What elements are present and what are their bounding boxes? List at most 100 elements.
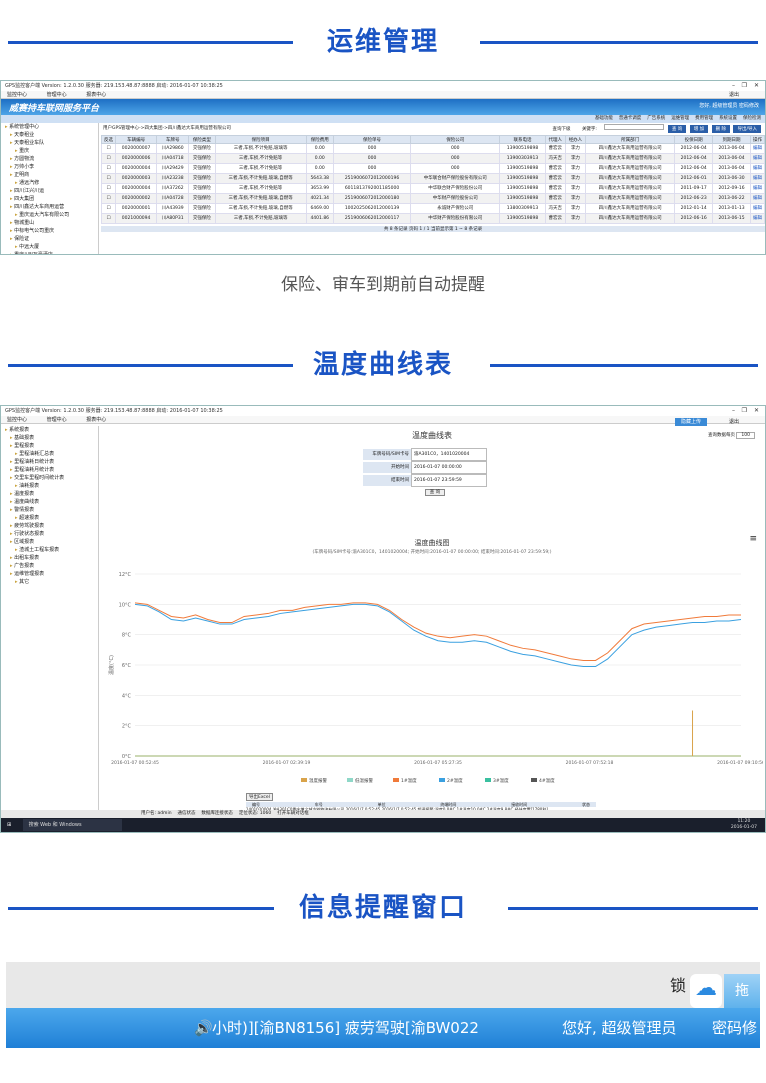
tree-item[interactable]: ▸ 中远大厦 <box>5 243 98 251</box>
tree-item[interactable]: ▸ 通远汽修 <box>5 179 98 187</box>
row-checkbox[interactable]: ☐ <box>101 183 116 194</box>
taskbar-search[interactable]: 搜索 Web 和 Windows <box>22 819 122 831</box>
tree-item[interactable]: ▸ 中标电气公司重庆 <box>5 227 98 235</box>
column-header[interactable]: 保险项目 <box>214 135 307 144</box>
tree-item[interactable]: ▸ 万帅小李 <box>5 163 98 171</box>
column-header[interactable]: 保险公司 <box>410 135 501 144</box>
table-row[interactable]: ☐ 0021000094 川A80P31 交强保险 三者,车损,不计免赔,玻璃等 4401… <box>101 213 765 224</box>
tree-item[interactable]: ▸ 基础报表 <box>5 434 98 442</box>
tab-settings[interactable]: 系统设置 <box>719 116 737 121</box>
table-row[interactable]: ☐ 0020000004 川A37262 交强保险 三者,车损,不计免赔等 3653.99… <box>101 183 765 194</box>
tree-item[interactable]: ▸ 四大集团 <box>5 195 98 203</box>
tab-fee[interactable]: 费用管理 <box>695 116 713 121</box>
tree-item[interactable]: ▸ 四川鑫达大车商用运营 <box>5 203 98 211</box>
tree-item[interactable]: ▸ 正明商 <box>5 171 98 179</box>
tree-item[interactable]: ▸ 重庆 <box>5 147 98 155</box>
hide-upload-button[interactable]: 隐藏上传 <box>674 418 707 426</box>
tree-item[interactable]: ▸ 疲劳驾驶报表 <box>5 522 98 530</box>
tab-dispatch[interactable]: 普通卡调度 <box>619 116 642 121</box>
tree-item[interactable]: ▸ 保险证 <box>5 235 98 243</box>
export-excel-button[interactable]: 导出Excel <box>246 793 273 801</box>
table-row[interactable]: ☐ 0020000004 川A29429 交强保险 三者,车损,不计免赔等 0.00 000… <box>101 163 765 174</box>
tab-insurance[interactable]: 保险检测 <box>743 116 761 121</box>
tree-item[interactable]: ▸ 重庆川N万豪酒店 <box>5 251 98 254</box>
tree-item[interactable]: ▸ 油耗报表 <box>5 482 98 490</box>
menu-manage[interactable]: 管理中心 <box>47 92 67 98</box>
column-header[interactable]: 经办人 <box>564 135 587 144</box>
tree-item[interactable]: ▸ 天泰租业车队 <box>5 139 98 147</box>
edit-link[interactable]: 编辑 <box>749 173 765 184</box>
column-header[interactable]: 反选 <box>101 135 116 144</box>
column-header[interactable]: 操作 <box>749 135 765 144</box>
export-button[interactable]: 导出/导入 <box>733 125 761 133</box>
column-header[interactable]: 代理人 <box>544 135 566 144</box>
column-header[interactable]: 保险单号 <box>332 135 412 144</box>
table-row[interactable]: ☐ 0020000006 川A04718 交强保险 三者,车损,不计免赔等 0.00 000… <box>101 153 765 164</box>
status-dialog[interactable]: 打开车辆对话框 <box>277 811 309 816</box>
close-button[interactable]: ✕ <box>754 406 759 416</box>
table-row[interactable]: ☐ 0020000001 川A43939 交强保险 三者,车损,不计免赔,玻璃,自燃等 6… <box>101 203 765 214</box>
drag-button[interactable]: 拖 <box>724 974 760 1008</box>
menu-monitor[interactable]: 监控中心 <box>7 92 27 98</box>
table-row[interactable]: ☐ 0020000003 川A23238 交强保险 三者,车损,不计免赔,玻璃,自燃等 5… <box>101 173 765 184</box>
delete-button[interactable]: 删 除 <box>711 125 731 133</box>
table-row[interactable]: ☐ 0020000002 川A04728 交强保险 三者,车损,不计免赔,玻璃,自燃等 4… <box>101 193 765 204</box>
column-header[interactable]: 车牌号 <box>156 135 190 144</box>
tree-item[interactable]: ▸ 交里车里程时间统计表 <box>5 474 98 482</box>
restore-button[interactable]: ❐ <box>742 406 747 416</box>
tree-item[interactable]: ▸ 区域报表 <box>5 538 98 546</box>
menu-manage[interactable]: 管理中心 <box>47 417 67 423</box>
alert-scroll-text[interactable]: 小时)][渝BN8156] 疲劳驾驶[渝BW022 <box>212 1008 479 1048</box>
exit-button[interactable]: 退出 <box>729 418 739 426</box>
edit-link[interactable]: 编辑 <box>749 153 765 164</box>
edit-link[interactable]: 编辑 <box>749 183 765 194</box>
tree-item[interactable]: ▸ 里程油耗汇总表 <box>5 450 98 458</box>
minimize-button[interactable]: – <box>732 81 735 91</box>
tab-ads[interactable]: 广告系统 <box>647 116 665 121</box>
exit-button[interactable]: 退出 <box>729 91 739 99</box>
tree-item[interactable]: ▸ 里程报表 <box>5 442 98 450</box>
menu-report[interactable]: 报表中心 <box>86 417 106 423</box>
tree-item[interactable]: ▸ 渣城土工程车报表 <box>5 546 98 554</box>
row-checkbox[interactable]: ☐ <box>101 163 116 174</box>
edit-link[interactable]: 编辑 <box>749 143 765 154</box>
edit-link[interactable]: 编辑 <box>749 193 765 204</box>
tree-item[interactable]: ▸ 重庆运大汽车有限公司 <box>5 211 98 219</box>
row-checkbox[interactable]: ☐ <box>101 153 116 164</box>
column-header[interactable]: 车辆编号 <box>114 135 158 144</box>
tree-item[interactable]: ▸ 运维管理报表 <box>5 570 98 578</box>
grid-header[interactable]: 状态 <box>582 802 590 807</box>
tree-item[interactable]: ▸ 出租车报表 <box>5 554 98 562</box>
chart-menu-icon[interactable]: ≡ <box>749 534 757 544</box>
tree-item[interactable]: ▸ 温度报表 <box>5 490 98 498</box>
column-header[interactable]: 联系电话 <box>499 135 546 144</box>
keyword-input[interactable] <box>604 124 665 130</box>
windows-start-icon[interactable]: ⊞ <box>7 818 17 832</box>
menu-monitor[interactable]: 监控中心 <box>7 417 27 423</box>
tree-item[interactable]: ▸ 系统报表 <box>5 426 98 434</box>
tab-ops[interactable]: 运维管理 <box>671 116 689 121</box>
query-button[interactable]: 查 询 <box>424 489 446 496</box>
lock-label[interactable]: 锁 <box>670 972 686 996</box>
row-checkbox[interactable]: ☐ <box>101 173 116 184</box>
column-header[interactable]: 投保日期 <box>674 135 714 144</box>
tab-basic[interactable]: 基础功能 <box>595 116 613 121</box>
cloud-app-icon[interactable]: ☁ <box>690 974 722 1008</box>
row-checkbox[interactable]: ☐ <box>101 143 116 154</box>
query-button[interactable]: 查 询 <box>667 125 687 133</box>
restore-button[interactable]: ❐ <box>742 81 747 91</box>
tree-item[interactable]: ▸ 物城重山 <box>5 219 98 227</box>
minimize-button[interactable]: – <box>732 406 735 416</box>
close-button[interactable]: ✕ <box>754 81 759 91</box>
query-sub-checkbox[interactable]: 查询下级 <box>549 125 575 133</box>
tree-item[interactable]: ▸ 超速报表 <box>5 514 98 522</box>
tree-item[interactable]: ▸ 四川江兴川运 <box>5 187 98 195</box>
tree-item[interactable]: ▸ 其它 <box>5 578 98 586</box>
start-input[interactable]: 2016-01-07 00:00:00 <box>411 461 487 474</box>
tree-item[interactable]: ▸ 广告报表 <box>5 562 98 570</box>
end-input[interactable]: 2016-01-07 23:59:59 <box>411 474 487 487</box>
tree-item[interactable]: ▸ 系统管理中心 <box>5 123 98 131</box>
edit-link[interactable]: 编辑 <box>749 163 765 174</box>
car-input[interactable]: 渝A301C0，1401020004 <box>411 448 487 461</box>
tree-item[interactable]: ▸ 行驶状态报表 <box>5 530 98 538</box>
